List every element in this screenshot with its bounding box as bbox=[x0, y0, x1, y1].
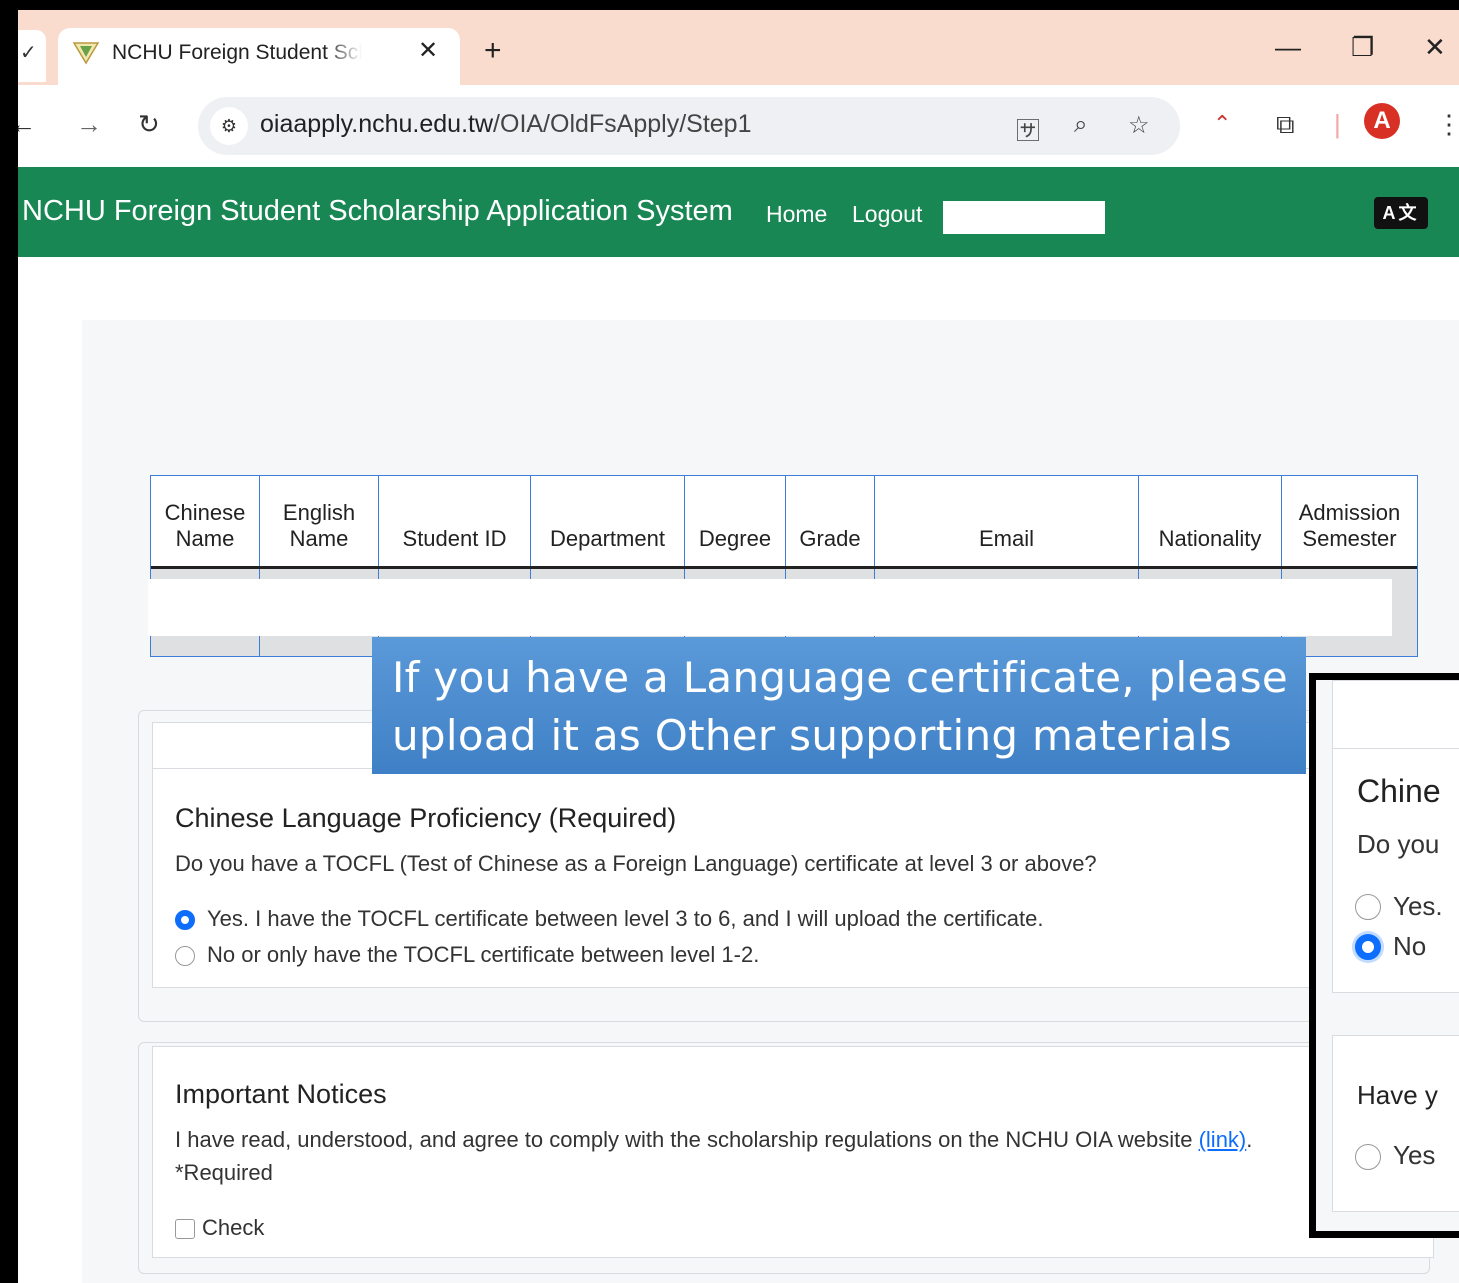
nchu-favicon-icon bbox=[72, 42, 100, 65]
col-email: Email bbox=[875, 476, 1139, 566]
language-question: Do you have a TOCFL (Test of Chinese as … bbox=[175, 851, 1097, 876]
required-note: *Required bbox=[175, 1160, 273, 1185]
certificate-callout: If you have a Language certificate, plea… bbox=[372, 637, 1306, 774]
forward-arrow-icon[interactable]: → bbox=[76, 109, 102, 140]
inset-next-radio[interactable] bbox=[1355, 1144, 1381, 1170]
regulations-link[interactable]: (link) bbox=[1199, 1127, 1247, 1152]
chevron-icon: ✓ bbox=[20, 42, 37, 64]
site-brand[interactable]: NCHU Foreign Student Scholarship Applica… bbox=[22, 195, 733, 228]
check-label[interactable]: Check bbox=[202, 1215, 264, 1241]
extension-icon[interactable]: ⌃ bbox=[1213, 111, 1231, 137]
col-nationality: Nationality bbox=[1139, 476, 1282, 566]
previous-tab[interactable]: ✓ bbox=[18, 30, 46, 82]
zoom-icon[interactable]: ⌕ bbox=[1074, 111, 1087, 139]
table-header-row: Chinese Name English Name Student ID Depar… bbox=[151, 476, 1417, 569]
url-domain: oiaapply.nchu.edu.tw bbox=[260, 110, 494, 138]
tab-title: NCHU Foreign Student Scholarship Applica… bbox=[112, 41, 362, 64]
tab-close-icon[interactable]: ✕ bbox=[418, 36, 438, 65]
notices-card: Important Notices I have read, understoo… bbox=[152, 1046, 1434, 1258]
inset-next-card: Have y Yes bbox=[1332, 1035, 1459, 1212]
reload-icon[interactable]: ↻ bbox=[138, 109, 160, 140]
inset-next-option[interactable]: Yes bbox=[1393, 1140, 1435, 1171]
option-yes-label[interactable]: Yes. I have the TOCFL certificate betwee… bbox=[207, 906, 1043, 932]
tab-strip: ✓ NCHU Foreign Student Scholarship Appli… bbox=[18, 10, 1459, 85]
address-bar[interactable]: ⚙ oiaapply.nchu.edu.tw/OIA/OldFsApply/St… bbox=[198, 97, 1180, 155]
zoom-inset: Chine Do you Yes. No Have y Yes bbox=[1309, 673, 1459, 1238]
inset-next-title: Have y bbox=[1357, 1080, 1438, 1110]
url-path: /OIA/OldFsApply/Step1 bbox=[493, 110, 752, 138]
restore-button[interactable]: ❐ bbox=[1351, 32, 1374, 63]
site-info-icon[interactable]: ⚙ bbox=[210, 107, 248, 145]
inset-question: Do you bbox=[1357, 829, 1440, 859]
col-admission-semester: Admission Semester bbox=[1298, 500, 1401, 551]
toolbar-divider: | bbox=[1334, 109, 1341, 139]
notices-text: I have read, understood, and agree to co… bbox=[175, 1127, 1253, 1152]
nav-logout-link[interactable]: Logout bbox=[852, 201, 922, 228]
puzzle-icon[interactable]: ⧉ bbox=[1276, 109, 1295, 141]
minimize-button[interactable]: — bbox=[1275, 32, 1301, 63]
translate-icon[interactable]: 🈂 bbox=[1016, 111, 1040, 146]
col-student-id: Student ID bbox=[379, 476, 531, 566]
nav-home-link[interactable]: Home bbox=[766, 201, 827, 228]
inset-radio-no[interactable] bbox=[1355, 934, 1381, 960]
inset-option-yes[interactable]: Yes. bbox=[1393, 891, 1443, 922]
browser-toolbar: ← → ↻ ⚙ oiaapply.nchu.edu.tw/OIA/OldFsAp… bbox=[18, 85, 1459, 168]
language-toggle-icon[interactable]: A文 bbox=[1374, 197, 1428, 229]
url-text[interactable]: oiaapply.nchu.edu.tw/OIA/OldFsApply/Step… bbox=[260, 110, 752, 139]
language-section-title: Chinese Language Proficiency (Required) bbox=[175, 803, 677, 833]
radio-no[interactable] bbox=[175, 946, 195, 966]
col-chinese-name: Chinese Name bbox=[151, 476, 260, 566]
radio-yes[interactable] bbox=[175, 910, 195, 930]
col-degree: Degree bbox=[685, 476, 786, 566]
profile-avatar-icon[interactable]: A bbox=[1364, 103, 1400, 139]
agree-checkbox[interactable] bbox=[175, 1219, 195, 1239]
callout-line-2: upload it as Other supporting materials bbox=[392, 711, 1232, 760]
notices-section-title: Important Notices bbox=[175, 1079, 387, 1109]
close-window-button[interactable]: ✕ bbox=[1424, 32, 1446, 63]
inset-option-no[interactable]: No bbox=[1393, 931, 1426, 962]
active-tab[interactable]: NCHU Foreign Student Scholarship Applica… bbox=[58, 28, 460, 85]
new-tab-button[interactable]: + bbox=[484, 34, 502, 68]
inset-language-card: Chine Do you Yes. No bbox=[1332, 748, 1459, 993]
redacted-username bbox=[943, 201, 1105, 234]
redacted-student-row bbox=[148, 579, 1392, 636]
col-english-name: English Name bbox=[260, 476, 379, 566]
inset-title: Chine bbox=[1357, 773, 1441, 809]
option-no-label[interactable]: No or only have the TOCFL certificate be… bbox=[207, 942, 759, 968]
col-department: Department bbox=[531, 476, 685, 566]
bookmark-star-icon[interactable]: ☆ bbox=[1128, 111, 1150, 140]
kebab-menu-icon[interactable]: ⋮ bbox=[1436, 109, 1459, 140]
site-header: NCHU Foreign Student Scholarship Applica… bbox=[18, 167, 1459, 257]
inset-card-header bbox=[1332, 680, 1459, 750]
callout-line-1: If you have a Language certificate, plea… bbox=[392, 653, 1289, 702]
inset-radio-yes[interactable] bbox=[1355, 894, 1381, 920]
col-grade: Grade bbox=[786, 476, 875, 566]
language-card: Chinese Language Proficiency (Required) … bbox=[152, 768, 1434, 988]
browser-window: ✓ NCHU Foreign Student Scholarship Appli… bbox=[18, 10, 1459, 1283]
back-arrow-icon[interactable]: ← bbox=[18, 109, 36, 140]
